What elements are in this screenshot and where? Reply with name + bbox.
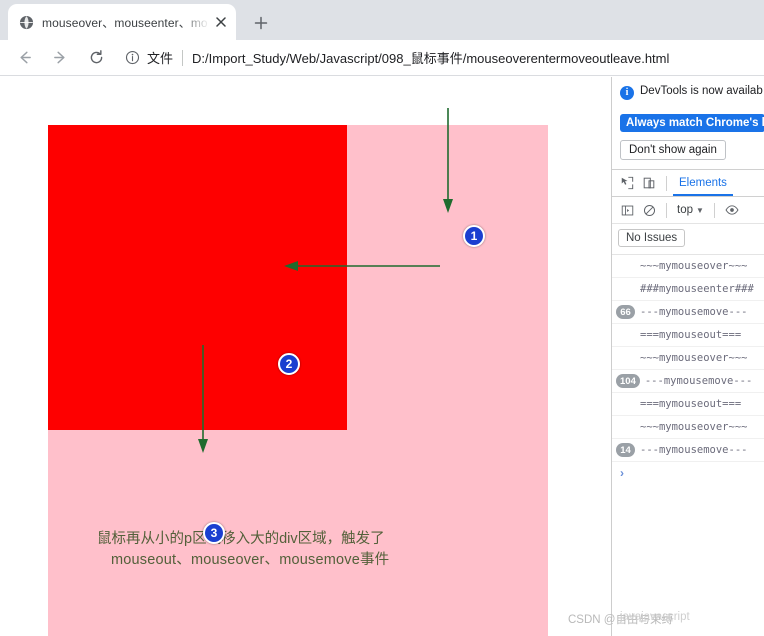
- console-toolbar-divider-2: [713, 202, 715, 218]
- forward-arrow-icon[interactable]: [46, 44, 74, 72]
- console-log-text: ~~~mymouseover~~~: [640, 421, 748, 433]
- console-input-prompt[interactable]: ›: [612, 462, 764, 484]
- tab-elements[interactable]: Elements: [673, 170, 733, 196]
- execution-context-selector[interactable]: top ▼: [673, 204, 708, 216]
- console-log-text: ===mymouseout===: [640, 398, 742, 410]
- url-text: D:/Import_Study/Web/Javascript/098_鼠标事件/…: [192, 51, 670, 66]
- console-log-text: ~~~mymouseover~~~: [640, 260, 748, 272]
- annotation-marker-3: 3: [203, 522, 225, 544]
- globe-icon: [18, 14, 34, 30]
- tab-title: mouseover、mouseenter、mo: [42, 15, 208, 30]
- back-arrow-icon[interactable]: [10, 44, 38, 72]
- devtools-panel: i DevTools is now availab Always match C…: [611, 77, 764, 636]
- tab-strip: mouseover、mouseenter、mo: [0, 0, 764, 40]
- console-repeat-badge: 14: [616, 443, 635, 457]
- chevron-down-icon: ▼: [696, 205, 704, 215]
- console-log-text: ---mymousemove---: [640, 306, 748, 318]
- no-issues-button[interactable]: No Issues: [618, 229, 686, 247]
- console-toolbar-divider: [666, 202, 667, 218]
- always-match-chrome-button[interactable]: Always match Chrome's la: [620, 114, 764, 132]
- console-log-list[interactable]: ~~~mymouseover~~~ ###mymouseenter### 66 …: [612, 254, 764, 484]
- console-log-text: ~~~mymouseover~~~: [640, 352, 748, 364]
- device-toolbar-icon[interactable]: [638, 172, 660, 194]
- console-repeat-badge: 66: [616, 305, 635, 319]
- console-log-text: ---mymousemove---: [644, 375, 753, 387]
- browser-tab[interactable]: mouseover、mouseenter、mo: [8, 4, 236, 40]
- execution-context-label: top: [677, 204, 693, 216]
- info-circle-icon[interactable]: [124, 50, 140, 66]
- address-bar[interactable]: 文件 D:/Import_Study/Web/Javascript/098_鼠标…: [124, 44, 764, 72]
- console-log-text: ===mymouseout===: [640, 329, 742, 341]
- annotation-marker-1: 1: [463, 225, 485, 247]
- browser-window: mouseover、mouseenter、mo 文件 D:/Import_Stu…: [0, 0, 764, 636]
- page-viewport: 鼠标再从小的p区域移入大的div区域，触发了 mouseout、mouseove…: [0, 77, 611, 636]
- page-caption: 鼠标再从小的p区域移入大的div区域，触发了 mouseout、mouseove…: [97, 529, 497, 571]
- new-tab-button[interactable]: [248, 10, 274, 36]
- caption-line-2: mouseout、mouseover、mousemove事件: [111, 552, 390, 568]
- console-log-row[interactable]: ===mymouseout===: [612, 324, 764, 347]
- devtools-tab-bar: Elements: [612, 169, 764, 197]
- console-log-row[interactable]: 104 ---mymousemove---: [612, 370, 764, 393]
- console-log-row[interactable]: ###mymouseenter###: [612, 278, 764, 301]
- close-icon[interactable]: [212, 13, 230, 31]
- console-repeat-badge: 104: [616, 374, 640, 388]
- console-log-row[interactable]: ~~~mymouseover~~~: [612, 347, 764, 370]
- browser-toolbar: 文件 D:/Import_Study/Web/Javascript/098_鼠标…: [0, 40, 764, 76]
- red-p-area[interactable]: [48, 125, 347, 430]
- console-log-row[interactable]: ===mymouseout===: [612, 393, 764, 416]
- console-sidebar-icon[interactable]: [616, 199, 638, 221]
- watermark: CSDN @自由与束缚 javajavascript: [568, 611, 764, 631]
- dont-show-again-button[interactable]: Don't show again: [620, 140, 726, 160]
- console-toolbar: top ▼: [612, 197, 764, 224]
- url-scheme-label: 文件: [147, 51, 174, 66]
- info-circle-icon: i: [620, 86, 634, 100]
- console-log-row[interactable]: 66 ---mymousemove---: [612, 301, 764, 324]
- console-log-row[interactable]: 14 ---mymousemove---: [612, 439, 764, 462]
- console-log-row[interactable]: ~~~mymouseover~~~: [612, 255, 764, 278]
- console-log-row[interactable]: ~~~mymouseover~~~: [612, 416, 764, 439]
- reload-icon[interactable]: [82, 44, 110, 72]
- eye-icon[interactable]: [721, 199, 743, 221]
- watermark-overlay-text: javajavascript: [620, 611, 690, 623]
- pink-div-area[interactable]: 鼠标再从小的p区域移入大的div区域，触发了 mouseout、mouseove…: [48, 125, 548, 636]
- devtools-notice-text: DevTools is now availab: [640, 85, 763, 97]
- clear-console-icon[interactable]: [638, 199, 660, 221]
- inspect-cursor-icon[interactable]: [616, 172, 638, 194]
- console-log-text: ###mymouseenter###: [640, 283, 754, 295]
- devtools-notice: i DevTools is now availab: [612, 77, 764, 106]
- chevron-right-icon: ›: [620, 466, 624, 480]
- omnibox-divider: [182, 49, 184, 66]
- console-log-text: ---mymousemove---: [640, 444, 748, 456]
- annotation-marker-2: 2: [278, 353, 300, 375]
- caption-line-1: 鼠标再从小的p区域移入大的div区域，触发了: [97, 531, 385, 547]
- toolbar-divider: [666, 175, 667, 191]
